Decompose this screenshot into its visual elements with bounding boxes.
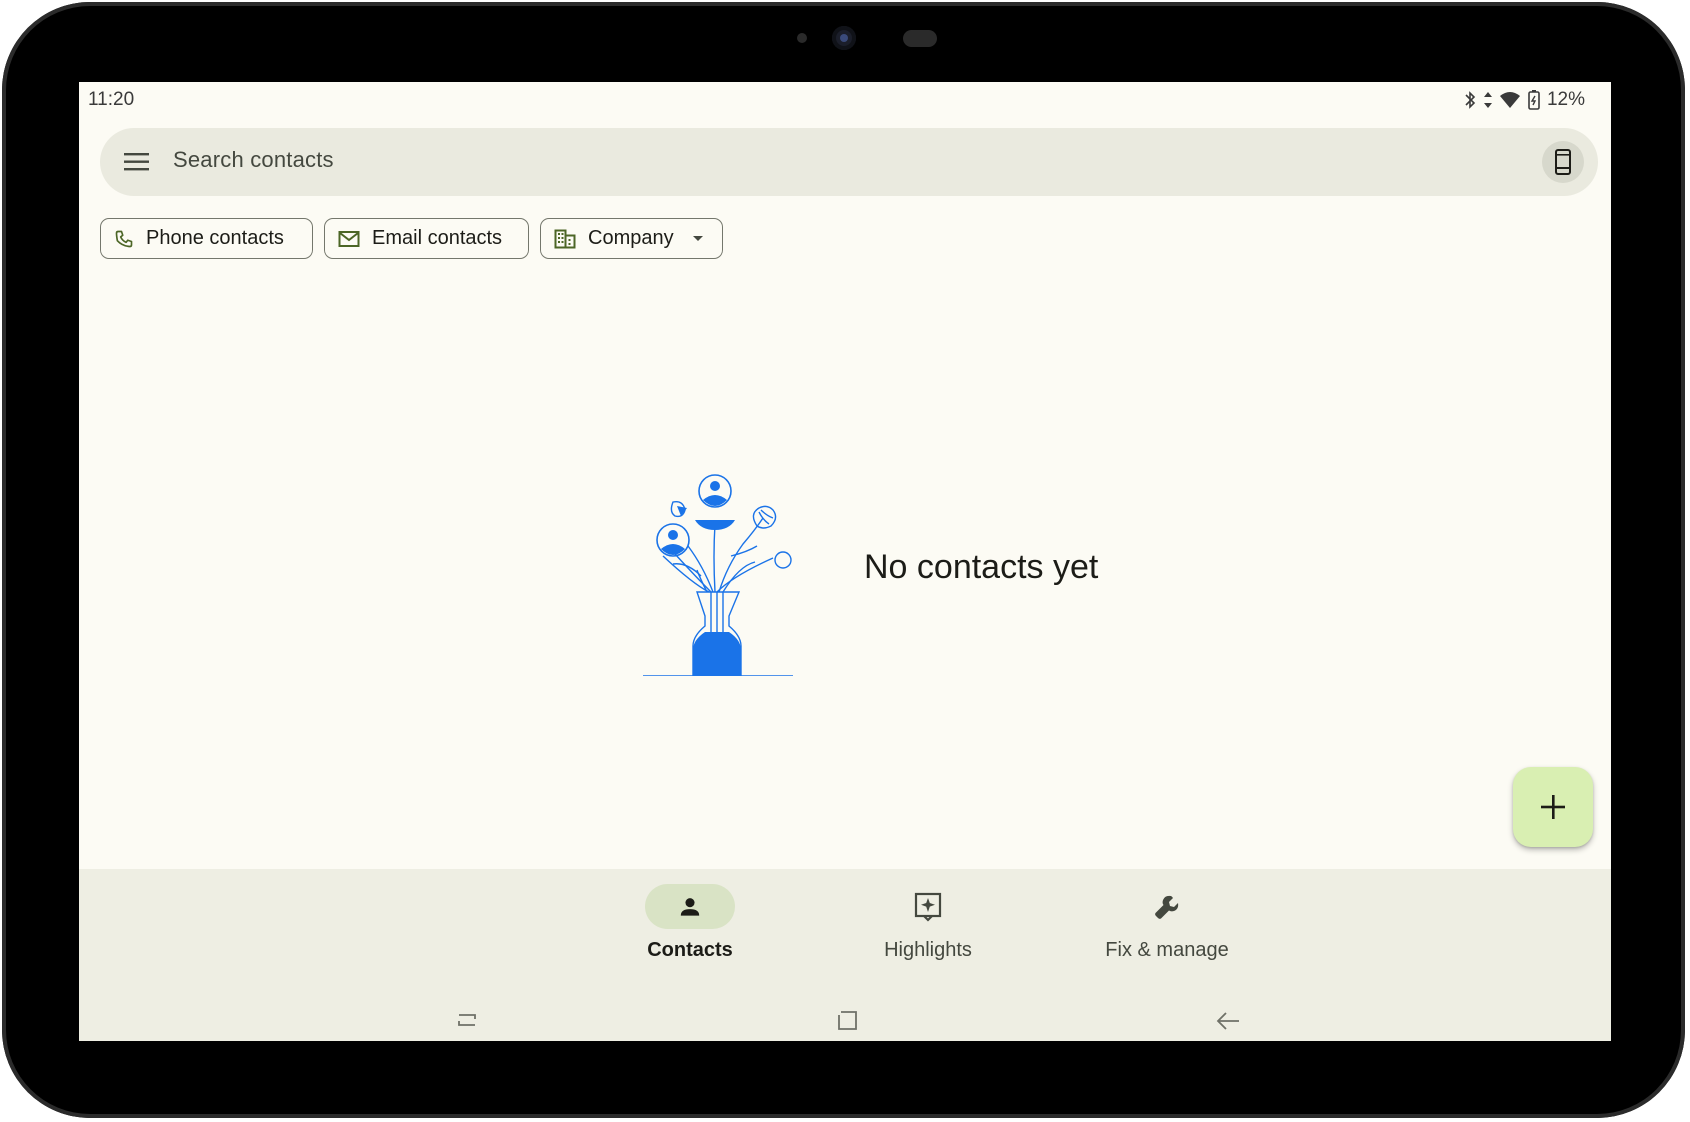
chip-label: Company [588, 227, 674, 249]
plus-icon [1541, 795, 1565, 819]
device-account-button[interactable] [1542, 141, 1584, 183]
nav-label-highlights: Highlights [884, 939, 972, 961]
search-input[interactable]: Search contacts [173, 147, 334, 173]
nav-label-contacts: Contacts [647, 939, 733, 961]
nav-item-contacts[interactable]: Contacts [590, 869, 790, 962]
person-icon [680, 897, 700, 916]
nav-icon-container [883, 884, 973, 929]
chip-company[interactable]: Company [540, 218, 723, 259]
wrench-icon [1155, 895, 1179, 919]
nav-active-indicator [645, 884, 735, 929]
front-camera [832, 26, 856, 50]
chevron-down-icon [692, 235, 703, 241]
empty-vase-illustration [643, 474, 793, 676]
chip-label: Phone contacts [146, 227, 284, 249]
system-navigation-bar [79, 1000, 1611, 1040]
status-time: 11:20 [88, 89, 135, 110]
nav-label-fix-manage: Fix & manage [1105, 939, 1229, 961]
building-icon [554, 229, 576, 248]
phone-icon [115, 230, 133, 247]
highlights-icon [914, 892, 942, 922]
tablet-frame: 11:20 12% Search contacts Phone contacts… [0, 0, 1690, 1122]
status-bar: 11:20 12% [79, 82, 1611, 122]
recents-icon[interactable] [455, 1010, 479, 1030]
phone-device-icon [1555, 149, 1571, 175]
screen: 11:20 12% Search contacts Phone contacts… [79, 82, 1611, 1041]
status-icons: 12% [1463, 89, 1585, 111]
back-icon[interactable] [1215, 1010, 1241, 1032]
nav-icon-container [1122, 884, 1212, 929]
chip-phone-contacts[interactable]: Phone contacts [100, 218, 313, 259]
nav-item-fix-manage[interactable]: Fix & manage [1067, 869, 1267, 962]
menu-icon[interactable] [122, 148, 152, 176]
battery-icon [1528, 90, 1540, 110]
empty-state-message: No contacts yet [864, 548, 1099, 586]
bluetooth-icon [1465, 91, 1476, 109]
data-arrows-icon [1483, 92, 1492, 108]
sensor-dot [797, 33, 807, 43]
home-icon[interactable] [837, 1010, 859, 1032]
chip-email-contacts[interactable]: Email contacts [324, 218, 529, 259]
wifi-icon [1499, 92, 1520, 108]
add-contact-button[interactable] [1513, 767, 1593, 847]
proximity-sensor [903, 30, 937, 47]
chip-label: Email contacts [372, 227, 503, 249]
search-bar[interactable]: Search contacts [100, 128, 1598, 196]
nav-item-highlights[interactable]: Highlights [828, 869, 1028, 962]
battery-level: 12% [1546, 89, 1585, 110]
mail-icon [338, 230, 360, 247]
